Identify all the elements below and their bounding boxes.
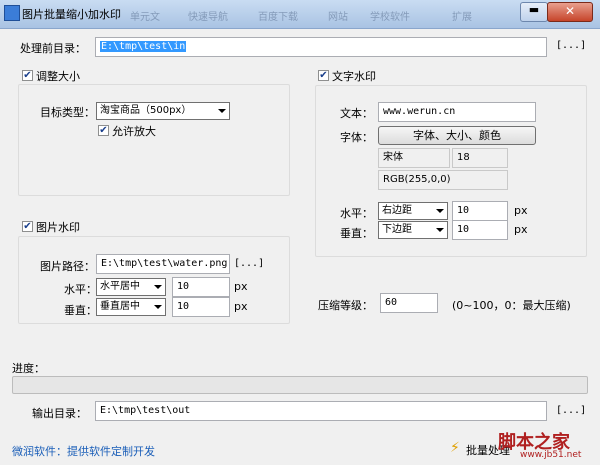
unit-label: px: [514, 204, 528, 217]
progress-bar: [12, 376, 588, 394]
target-type-select[interactable]: 淘宝商品（500px）: [96, 102, 230, 120]
chevron-down-icon: [154, 305, 162, 309]
compression-input[interactable]: 60: [380, 293, 438, 313]
background-tab: 扩展: [452, 12, 472, 23]
background-tab: 网站: [328, 12, 348, 23]
resize-label: 调整大小: [36, 70, 80, 83]
image-horizontal-label: 水平：: [64, 283, 97, 296]
minimize-button[interactable]: ▬: [520, 2, 548, 22]
unit-label: px: [234, 300, 248, 313]
font-color-display: RGB(255,0,0): [378, 170, 508, 190]
compression-hint: (0~100，0：最大压缩): [452, 299, 571, 312]
target-type-value: 淘宝商品（500px）: [100, 105, 192, 116]
allow-enlarge-label: 允许放大: [112, 125, 156, 138]
text-horizontal-label: 水平：: [340, 207, 373, 220]
text-horizontal-offset[interactable]: 10: [452, 201, 508, 221]
unit-label: px: [234, 280, 248, 293]
output-dir-input[interactable]: E:\tmp\test\out: [95, 401, 547, 421]
allow-enlarge-checkbox[interactable]: ✔: [98, 125, 109, 136]
image-watermark-checkbox[interactable]: ✔: [22, 221, 33, 232]
text-label: 文本：: [340, 107, 373, 120]
image-vertical-label: 垂直：: [64, 304, 97, 317]
chevron-down-icon: [436, 228, 444, 232]
chevron-down-icon: [154, 285, 162, 289]
text-input[interactable]: www.werun.cn: [378, 102, 536, 122]
text-watermark-label: 文字水印: [332, 70, 376, 83]
title-bar: 图片批量缩小加水印 单元文 快速导航 百度下载 网站 学校软件 扩展 ▬ ✕: [0, 0, 600, 29]
text-vertical-label: 垂直：: [340, 227, 373, 240]
image-horizontal-value: 水平居中: [100, 281, 140, 292]
font-settings-button[interactable]: 字体、大小、颜色: [378, 126, 536, 145]
image-vertical-offset[interactable]: 10: [172, 297, 230, 317]
image-horizontal-select[interactable]: 水平居中: [96, 278, 166, 296]
text-vertical-select[interactable]: 下边距: [378, 221, 448, 239]
background-tab: 单元文: [130, 12, 160, 23]
image-path-input[interactable]: E:\tmp\test\water.png: [96, 254, 230, 274]
background-tab: 快速导航: [188, 12, 228, 23]
resize-group: [18, 84, 290, 196]
text-vertical-offset[interactable]: 10: [452, 220, 508, 240]
site-watermark-url: www.jb51.net: [520, 450, 582, 460]
unit-label: px: [514, 223, 528, 236]
compression-label: 压缩等级：: [318, 299, 373, 312]
lightning-icon: ⚡: [450, 440, 460, 456]
text-watermark-checkbox[interactable]: ✔: [318, 70, 329, 81]
source-browse-button[interactable]: [...]: [556, 40, 586, 51]
company-link[interactable]: 微润软件：提供软件定制开发: [12, 443, 155, 459]
progress-label: 进度：: [12, 362, 45, 375]
source-dir-value: E:\tmp\test\in: [100, 41, 187, 52]
font-size-display: 18: [452, 148, 508, 168]
target-type-label: 目标类型：: [40, 106, 95, 119]
text-vertical-value: 下边距: [382, 224, 412, 235]
text-horizontal-value: 右边距: [382, 205, 412, 216]
chevron-down-icon: [218, 109, 226, 113]
source-dir-label: 处理前目录：: [20, 42, 86, 55]
background-tab: 学校软件: [370, 12, 410, 23]
text-horizontal-select[interactable]: 右边距: [378, 202, 448, 220]
app-icon: [4, 5, 20, 21]
close-button[interactable]: ✕: [547, 2, 593, 22]
window-title: 图片批量缩小加水印: [22, 8, 121, 21]
image-vertical-value: 垂直居中: [100, 301, 140, 312]
font-label: 字体：: [340, 131, 373, 144]
image-path-label: 图片路径：: [40, 260, 95, 273]
chevron-down-icon: [436, 209, 444, 213]
resize-checkbox[interactable]: ✔: [22, 70, 33, 81]
output-browse-button[interactable]: [...]: [556, 405, 586, 416]
image-horizontal-offset[interactable]: 10: [172, 277, 230, 297]
source-dir-input[interactable]: E:\tmp\test\in: [95, 37, 547, 57]
output-dir-label: 输出目录：: [32, 407, 87, 420]
font-name-display: 宋体: [378, 148, 450, 168]
background-tabs: 单元文 快速导航 百度下载 网站 学校软件 扩展: [130, 4, 490, 24]
image-vertical-select[interactable]: 垂直居中: [96, 298, 166, 316]
background-tab: 百度下载: [258, 12, 298, 23]
image-watermark-label: 图片水印: [36, 221, 80, 234]
image-browse-button[interactable]: [...]: [234, 258, 264, 269]
